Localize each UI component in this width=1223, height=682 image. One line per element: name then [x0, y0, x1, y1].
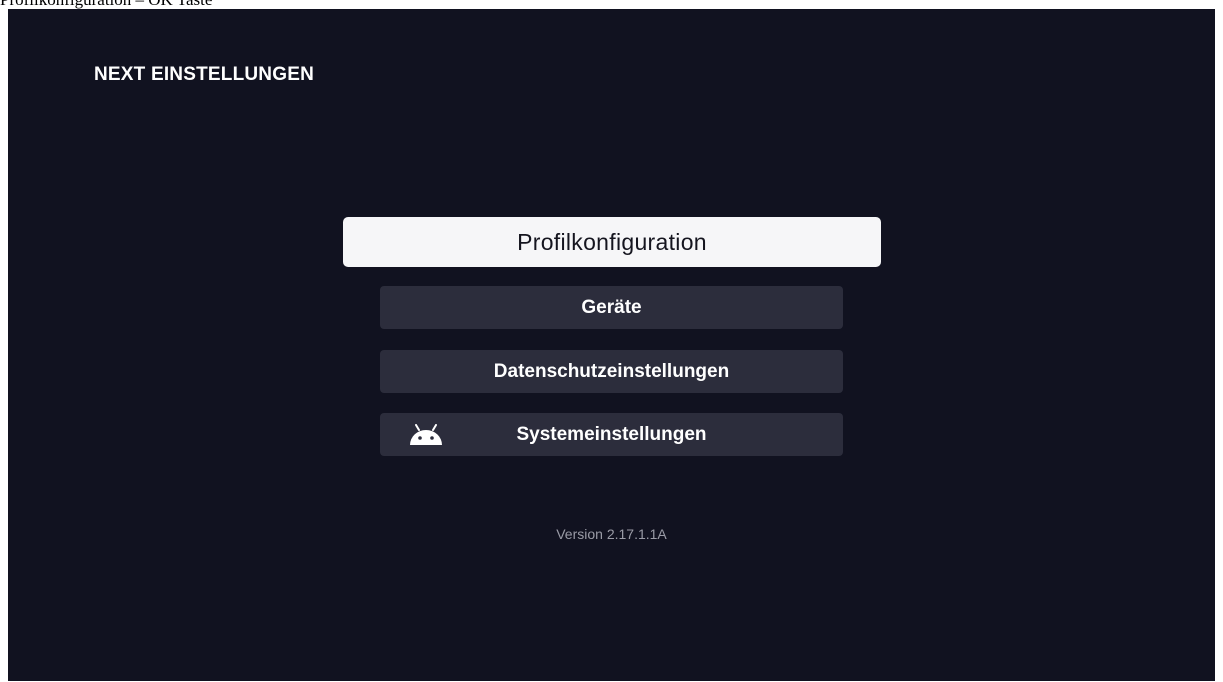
settings-screen: NEXT EINSTELLUNGEN Profilkonfiguration G… [8, 9, 1215, 681]
system-settings-label: Systemeinstellungen [516, 423, 707, 445]
page-title: NEXT EINSTELLUNGEN [94, 64, 315, 85]
privacy-settings-label: Datenschutzeinstellungen [493, 360, 730, 382]
version-text: Version 2.17.1.1A [556, 526, 667, 542]
caption-strip: Profilkonfiguration – OK Taste [0, 0, 1223, 9]
privacy-settings-button[interactable]: Datenschutzeinstellungen [380, 350, 843, 393]
profile-configuration-label: Profilkonfiguration [517, 228, 707, 255]
system-settings-button[interactable]: Systemeinstellungen [380, 413, 843, 456]
devices-button[interactable]: Geräte [380, 286, 843, 329]
devices-label: Geräte [581, 296, 642, 318]
android-icon [410, 424, 442, 445]
profile-configuration-button[interactable]: Profilkonfiguration [343, 217, 881, 267]
caption-text: Profilkonfiguration – OK Taste [0, 0, 212, 9]
